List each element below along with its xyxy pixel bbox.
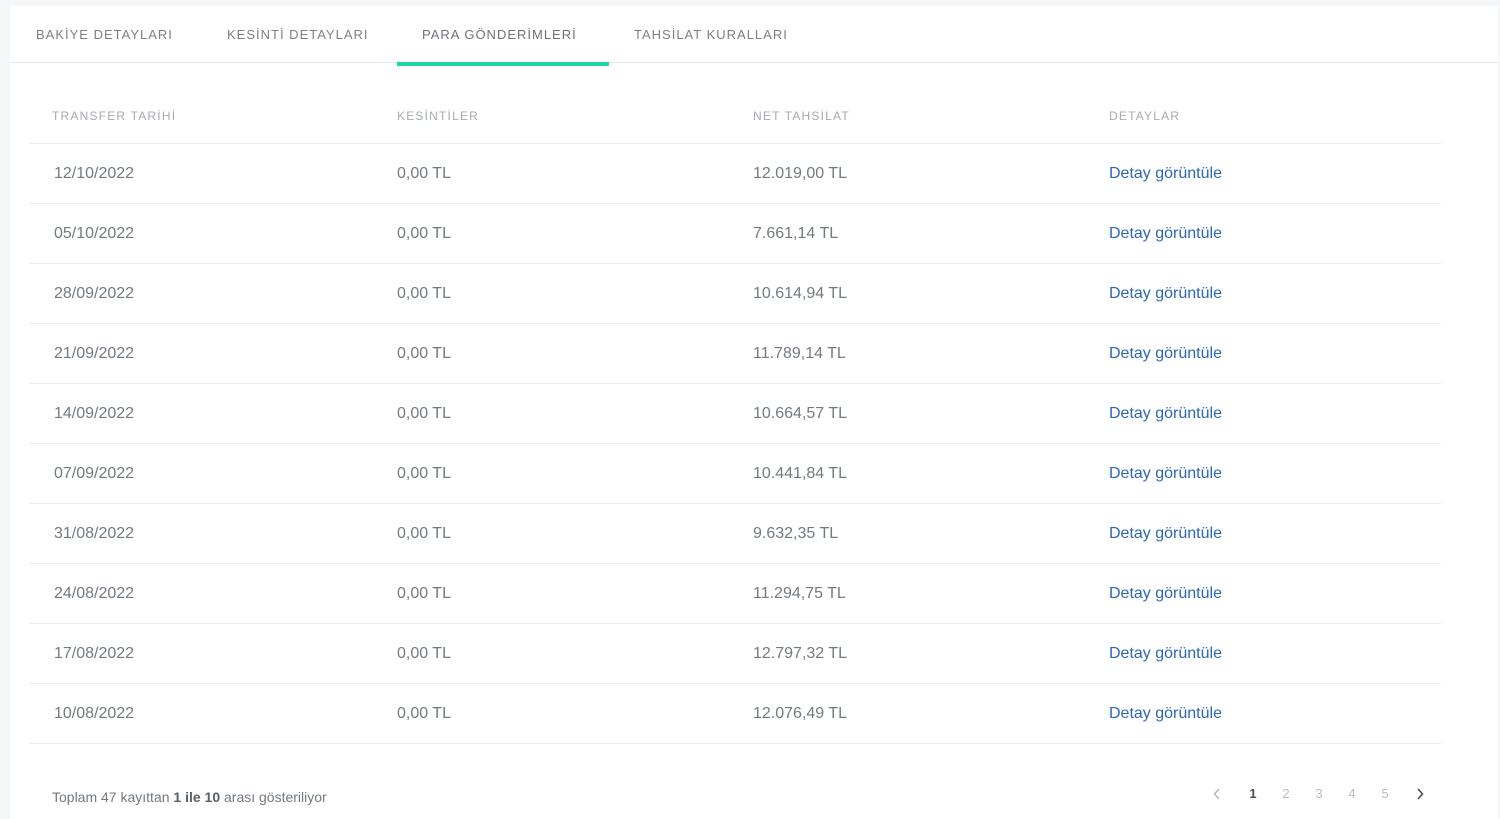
table-row: 10/08/2022 0,00 TL 12.076,49 TL Detay görün… bbox=[29, 684, 1441, 744]
page-5-button[interactable]: 5 bbox=[1373, 782, 1397, 806]
cell-deductions: 0,00 TL bbox=[397, 705, 451, 722]
page-1-button[interactable]: 1 bbox=[1241, 782, 1265, 806]
cell-deductions: 0,00 TL bbox=[397, 465, 451, 482]
view-details-link[interactable]: Detay görüntüle bbox=[1109, 525, 1222, 543]
header-net-collection: NET TAHSİLAT bbox=[753, 109, 850, 123]
table-header: TRANSFER TARİHİ KESİNTİLER NET TAHSİLAT … bbox=[29, 92, 1441, 144]
view-details-link[interactable]: Detay görüntüle bbox=[1109, 405, 1222, 423]
header-deductions: KESİNTİLER bbox=[397, 109, 480, 123]
cell-net-collection: 10.664,57 TL bbox=[753, 405, 848, 422]
cell-deductions: 0,00 TL bbox=[397, 525, 451, 542]
cell-deductions: 0,00 TL bbox=[397, 165, 451, 182]
cell-transfer-date: 10/08/2022 bbox=[54, 705, 135, 722]
cell-transfer-date: 05/10/2022 bbox=[54, 225, 135, 242]
cell-transfer-date: 07/09/2022 bbox=[54, 465, 135, 482]
pagination: 12345 bbox=[1205, 782, 1445, 806]
cell-net-collection: 12.076,49 TL bbox=[753, 705, 848, 722]
summary-prefix: Toplam 47 kayıttan bbox=[52, 789, 174, 805]
cell-deductions: 0,00 TL bbox=[397, 585, 451, 602]
cell-transfer-date: 24/08/2022 bbox=[54, 585, 135, 602]
view-details-link[interactable]: Detay görüntüle bbox=[1109, 645, 1222, 663]
table-body: 12/10/2022 0,00 TL 12.019,00 TL Detay görün… bbox=[29, 144, 1441, 744]
cell-deductions: 0,00 TL bbox=[397, 645, 451, 662]
header-details: DETAYLAR bbox=[1109, 109, 1181, 123]
active-tab-indicator bbox=[397, 62, 609, 66]
summary-suffix: arası gösteriliyor bbox=[220, 789, 327, 805]
view-details-link[interactable]: Detay görüntüle bbox=[1109, 285, 1222, 303]
cell-net-collection: 10.614,94 TL bbox=[753, 285, 848, 302]
header-transfer-date: TRANSFER TARİHİ bbox=[52, 109, 177, 123]
cell-net-collection: 10.441,84 TL bbox=[753, 465, 848, 482]
tab-para-gonderimleri[interactable]: PARA GÖNDERİMLERİ bbox=[422, 6, 577, 62]
tab-bar: BAKİYE DETAYLARI KESİNTİ DETAYLARI PARA … bbox=[10, 6, 1498, 66]
cell-deductions: 0,00 TL bbox=[397, 345, 451, 362]
table-row: 12/10/2022 0,00 TL 12.019,00 TL Detay görün… bbox=[29, 144, 1441, 204]
table-row: 31/08/2022 0,00 TL 9.632,35 TL Detay görünt… bbox=[29, 504, 1441, 564]
cell-transfer-date: 12/10/2022 bbox=[54, 165, 135, 182]
table-row: 21/09/2022 0,00 TL 11.789,14 TL Detay görün… bbox=[29, 324, 1441, 384]
table-row: 07/09/2022 0,00 TL 10.441,84 TL Detay görün… bbox=[29, 444, 1441, 504]
tab-bakiye-detaylari[interactable]: BAKİYE DETAYLARI bbox=[36, 6, 173, 62]
cell-transfer-date: 28/09/2022 bbox=[54, 285, 135, 302]
cell-transfer-date: 14/09/2022 bbox=[54, 405, 135, 422]
page-4-button[interactable]: 4 bbox=[1340, 782, 1364, 806]
cell-net-collection: 9.632,35 TL bbox=[753, 525, 839, 542]
cell-transfer-date: 17/08/2022 bbox=[54, 645, 135, 662]
tab-kesinti-detaylari[interactable]: KESİNTİ DETAYLARI bbox=[227, 6, 369, 62]
chevron-left-icon[interactable] bbox=[1205, 782, 1229, 800]
cell-net-collection: 7.661,14 TL bbox=[753, 225, 839, 242]
table-row: 24/08/2022 0,00 TL 11.294,75 TL Detay görün… bbox=[29, 564, 1441, 624]
records-summary: Toplam 47 kayıttan 1 ile 10 arası göster… bbox=[52, 789, 327, 805]
cell-deductions: 0,00 TL bbox=[397, 225, 451, 242]
view-details-link[interactable]: Detay görüntüle bbox=[1109, 585, 1222, 603]
table-row: 17/08/2022 0,00 TL 12.797,32 TL Detay görün… bbox=[29, 624, 1441, 684]
view-details-link[interactable]: Detay görüntüle bbox=[1109, 345, 1222, 363]
view-details-link[interactable]: Detay görüntüle bbox=[1109, 165, 1222, 183]
cell-net-collection: 11.294,75 TL bbox=[753, 585, 846, 602]
transfers-table: TRANSFER TARİHİ KESİNTİLER NET TAHSİLAT … bbox=[29, 92, 1441, 744]
cell-net-collection: 11.789,14 TL bbox=[753, 345, 846, 362]
table-row: 14/09/2022 0,00 TL 10.664,57 TL Detay görün… bbox=[29, 384, 1441, 444]
summary-range: 1 ile 10 bbox=[173, 789, 221, 805]
table-row: 05/10/2022 0,00 TL 7.661,14 TL Detay görünt… bbox=[29, 204, 1441, 264]
cell-deductions: 0,00 TL bbox=[397, 405, 451, 422]
content-card: BAKİYE DETAYLARI KESİNTİ DETAYLARI PARA … bbox=[10, 6, 1498, 819]
chevron-right-icon[interactable] bbox=[1408, 782, 1432, 800]
cell-net-collection: 12.019,00 TL bbox=[753, 165, 848, 182]
cell-transfer-date: 31/08/2022 bbox=[54, 525, 135, 542]
table-row: 28/09/2022 0,00 TL 10.614,94 TL Detay görün… bbox=[29, 264, 1441, 324]
page-3-button[interactable]: 3 bbox=[1307, 782, 1331, 806]
cell-transfer-date: 21/09/2022 bbox=[54, 345, 135, 362]
cell-deductions: 0,00 TL bbox=[397, 285, 451, 302]
tab-tahsilat-kurallari[interactable]: TAHSİLAT KURALLARI bbox=[634, 6, 788, 62]
view-details-link[interactable]: Detay görüntüle bbox=[1109, 225, 1222, 243]
cell-net-collection: 12.797,32 TL bbox=[753, 645, 848, 662]
view-details-link[interactable]: Detay görüntüle bbox=[1109, 465, 1222, 483]
view-details-link[interactable]: Detay görüntüle bbox=[1109, 705, 1222, 723]
page-2-button[interactable]: 2 bbox=[1274, 782, 1298, 806]
